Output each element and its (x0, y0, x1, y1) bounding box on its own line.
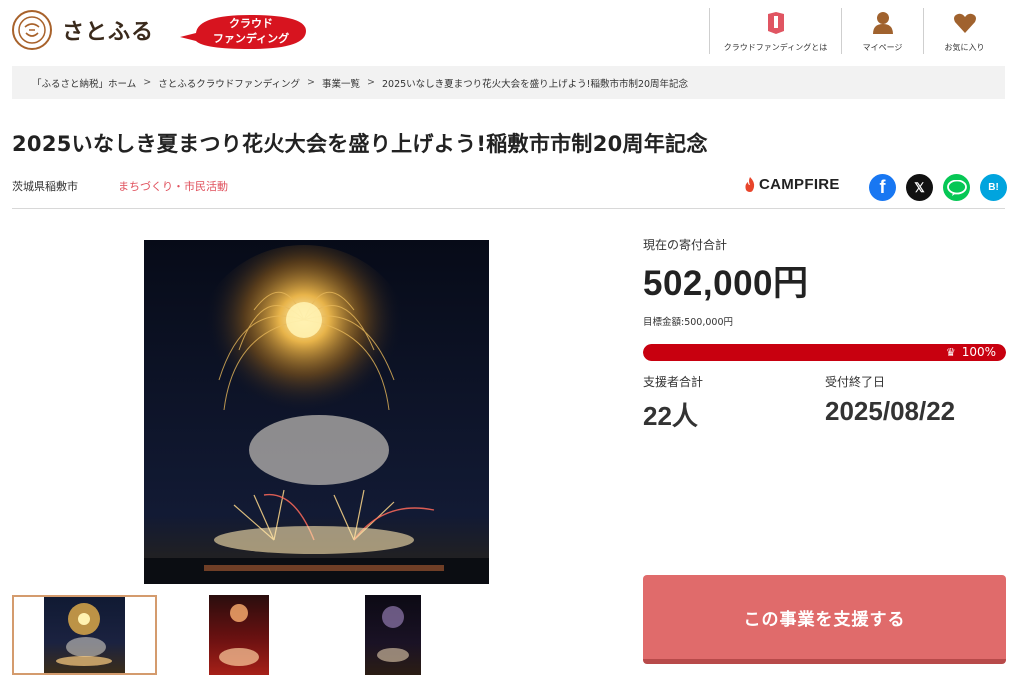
x-icon: 𝕏 (914, 179, 925, 195)
deadline-stat: 受付終了日 2025/08/22 (825, 373, 955, 427)
supporters-stat: 支援者合計 22人 (643, 373, 703, 433)
badge-label: クラウド ファンディング (196, 16, 306, 46)
nav-mypage[interactable]: マイページ (841, 8, 923, 54)
share-x-button[interactable]: 𝕏 (906, 174, 933, 201)
funding-status-panel: 現在の寄付合計 502,000円 目標金額:500,000円 ♛ 100% 支援… (643, 236, 1006, 433)
fireworks-photo (144, 240, 489, 584)
project-main-image[interactable] (144, 240, 489, 584)
project-category[interactable]: まちづくり・市民活動 (118, 178, 228, 194)
breadcrumb-separator: > (367, 77, 375, 88)
site-header: さとふる クラウド ファンディング クラウドファンディングとは マイページ お気… (0, 0, 1017, 62)
user-icon (872, 10, 894, 36)
thumbnail-2[interactable] (209, 595, 269, 675)
current-total-label: 現在の寄付合計 (643, 238, 728, 252)
project-meta: 茨城県稲敷市 まちづくり・市民活動 CAMPFIRE f 𝕏 B! (12, 174, 1007, 202)
supporters-label: 支援者合計 (643, 375, 704, 389)
divider (12, 208, 1005, 209)
thumbnail-fireworks-1 (56, 603, 112, 666)
progress-label: ♛ 100% (946, 345, 996, 359)
crowdfunding-badge[interactable]: クラウド ファンディング (180, 11, 308, 51)
header-nav: クラウドファンディングとは マイページ お気に入り (709, 8, 1005, 54)
nav-favorites[interactable]: お気に入り (923, 8, 1005, 54)
campfire-logo[interactable]: CAMPFIRE (744, 176, 840, 193)
breadcrumb: 「ふるさと納税」ホーム > さとふるクラウドファンディング > 事業一覧 > 2… (12, 66, 1005, 99)
thumbnail-fireworks-2 (219, 604, 259, 666)
progress-bar: ♛ 100% (643, 344, 1006, 361)
heart-icon (953, 10, 977, 36)
breadcrumb-separator: > (307, 77, 315, 88)
breadcrumb-crowdfunding[interactable]: さとふるクラウドファンディング (158, 76, 300, 90)
facebook-icon: f (879, 177, 886, 197)
flame-icon (745, 177, 755, 192)
breadcrumb-separator: > (143, 77, 152, 88)
progress-percent: 100% (961, 345, 996, 359)
support-project-button[interactable]: この事業を支援する (643, 575, 1006, 664)
share-hatena-button[interactable]: B! (980, 174, 1007, 201)
deadline-label: 受付終了日 (825, 375, 886, 389)
nav-about-crowdfunding[interactable]: クラウドファンディングとは (709, 8, 841, 54)
thumbnail-3[interactable] (365, 595, 421, 675)
share-facebook-button[interactable]: f (869, 174, 896, 201)
thumbnail-fireworks-3 (377, 606, 409, 662)
line-icon (946, 179, 967, 196)
stats-row: 支援者合計 22人 受付終了日 2025/08/22 (643, 373, 1006, 433)
thumbnail-1[interactable] (12, 595, 157, 675)
breadcrumb-project-list[interactable]: 事業一覧 (322, 76, 360, 90)
page-title: 2025いなしき夏まつり花火大会を盛り上げよう!稲敷市市制20周年記念 (12, 132, 708, 156)
badge-line-2: ファンディング (212, 32, 290, 45)
project-region[interactable]: 茨城県稲敷市 (12, 178, 78, 194)
badge-line-1: クラウド (229, 17, 273, 30)
site-logo[interactable]: さとふる (12, 10, 154, 50)
nav-label: マイページ (862, 43, 903, 52)
flag-icon (765, 10, 787, 36)
share-line-button[interactable] (943, 174, 970, 201)
breadcrumb-current: 2025いなしき夏まつり花火大会を盛り上げよう!稲敷市市制20周年記念 (381, 78, 689, 90)
goal-amount: 目標金額:500,000円 (643, 317, 733, 328)
logo-mark (12, 10, 52, 50)
campfire-label: CAMPFIRE (759, 176, 840, 193)
nav-label: クラウドファンディングとは (723, 43, 828, 52)
crown-icon: ♛ (945, 345, 956, 359)
logo-text: さとふる (62, 20, 155, 45)
deadline-value: 2025/08/22 (825, 396, 956, 426)
current-total-value: 502,000円 (643, 264, 809, 303)
breadcrumb-home[interactable]: 「ふるさと納税」ホーム (32, 76, 136, 90)
nav-label: お気に入り (944, 43, 985, 52)
furusato-emblem-icon (18, 16, 46, 44)
supporters-value: 22人 (643, 401, 698, 431)
hatena-bookmark-icon: B! (988, 182, 999, 193)
